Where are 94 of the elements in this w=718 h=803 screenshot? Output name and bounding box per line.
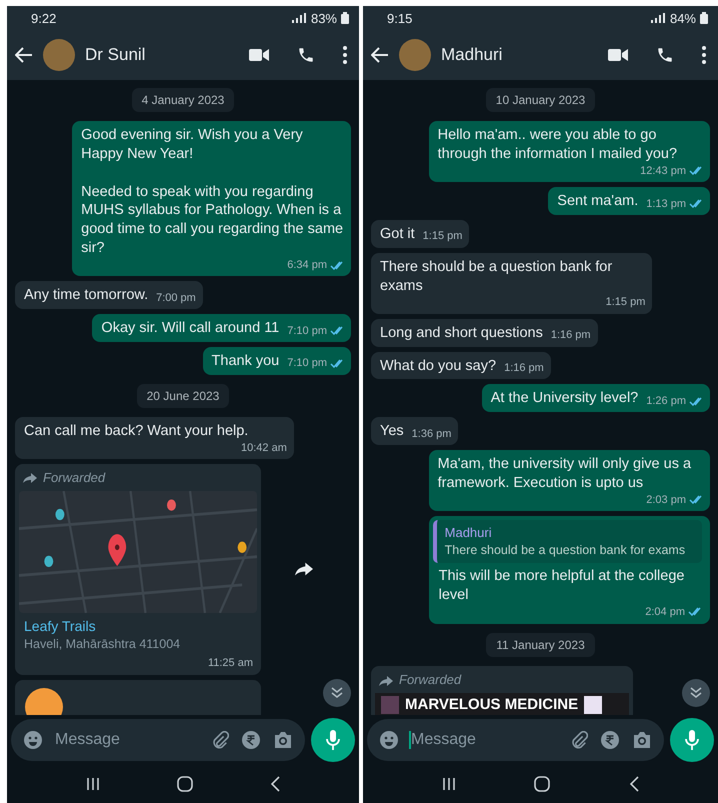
message-input[interactable]: Message: [409, 731, 558, 749]
quoted-message[interactable]: Madhuri There should be a question bank for exams: [432, 520, 702, 564]
message-time: 1:26 pm: [646, 394, 686, 408]
battery-percentage: 83%: [310, 10, 337, 26]
rupee-icon[interactable]: [600, 730, 620, 750]
microphone-button[interactable]: [311, 718, 355, 762]
microphone-button[interactable]: [670, 718, 714, 762]
message-text: Thank you: [212, 352, 280, 371]
microphone-icon: [685, 730, 699, 750]
message-text: This will be more helpful at the college level: [438, 567, 686, 605]
message-time: 1:16 pm: [504, 361, 544, 376]
back-arrow-icon[interactable]: [371, 47, 389, 63]
message-time: 1:15 pm: [606, 295, 646, 310]
double-chevron-icon: [690, 687, 702, 699]
microphone-icon: [326, 730, 340, 750]
message-time: 1:15 pm: [422, 229, 462, 244]
message-time: 6:34 pm: [287, 258, 327, 272]
date-chip: 11 January 2023: [486, 633, 595, 658]
forwarded-label: Forwarded: [43, 470, 106, 487]
avatar[interactable]: [399, 39, 431, 71]
back-arrow-icon[interactable]: [15, 47, 33, 63]
message-time: 1:36 pm: [412, 426, 452, 442]
back-icon[interactable]: [628, 776, 639, 792]
message-text: Good evening sir. Wish you a Very Happy New Year! Needed to speak with you regarding MUHS syllabus for Pathology. When is a good time to call you regarding the same sir?: [81, 126, 344, 258]
message-text: Got it: [380, 224, 415, 244]
contact-avatar: [25, 688, 63, 715]
message-time: 1:13 pm: [646, 196, 686, 211]
avatar[interactable]: [43, 39, 75, 71]
quote-text: There should be a question bank for exams: [444, 542, 686, 558]
contact-name[interactable]: Dr Sunil: [85, 45, 146, 65]
home-icon[interactable]: [534, 776, 550, 792]
location-title[interactable]: Leafy Trails: [19, 612, 257, 636]
message-text: Long and short questions: [380, 324, 543, 342]
status-time: 9:15: [387, 10, 412, 26]
contact-name[interactable]: Madhuri: [441, 45, 502, 65]
date-chip: 10 January 2023: [486, 88, 596, 112]
back-icon[interactable]: [270, 776, 280, 792]
preview-title: MARVELOUS MEDICINE: [405, 696, 578, 714]
emoji-icon[interactable]: [23, 730, 43, 750]
forwarded-icon: [23, 473, 37, 484]
phone-icon[interactable]: [297, 46, 315, 64]
battery-icon: [700, 12, 708, 24]
battery-icon: [341, 12, 349, 24]
recent-apps-icon[interactable]: [86, 777, 100, 791]
video-call-icon[interactable]: [249, 48, 269, 62]
message-text: Yes: [380, 422, 404, 442]
message-text: Ma'am, the university will only give us a framework. Execution is upto us: [438, 455, 692, 493]
status-time: 9:22: [31, 10, 56, 26]
phone-icon[interactable]: [656, 46, 674, 64]
message-text: Can call me back? Want your help.: [24, 422, 248, 441]
forwarded-icon: [379, 676, 393, 686]
message-text: Sent ma'am.: [557, 192, 638, 211]
date-chip: 20 June 2023: [136, 384, 230, 408]
message-input[interactable]: Message: [55, 731, 199, 749]
more-options-icon[interactable]: [702, 46, 706, 64]
rupee-icon[interactable]: [241, 730, 261, 750]
battery-percentage: 84%: [670, 10, 696, 26]
home-icon[interactable]: [176, 776, 193, 792]
message-text: What do you say?: [380, 356, 496, 376]
message-text: There should be a question bank for exams: [380, 258, 614, 296]
location-address: Haveli, Mahārāshtra 411004: [23, 636, 182, 652]
scroll-down-button[interactable]: [323, 679, 351, 707]
forwarded-label: Forwarded: [399, 672, 462, 690]
message-time: 1:16 pm: [550, 328, 591, 342]
message-time: 11:25 am: [206, 656, 254, 670]
message-time: 2:03 pm: [646, 492, 686, 508]
message-time: 7:10 pm: [287, 324, 327, 338]
message-text: Hello ma'am.. were you able to go through the information I mailed you?: [438, 126, 678, 164]
map-drawing[interactable]: [19, 490, 257, 613]
message-time: 7:00 pm: [156, 290, 196, 306]
location-bubble[interactable]: Forwarded Leafy Trails Haveli, Mahārāshtra 411004 11:25 am: [15, 464, 261, 674]
quote-author: Madhuri: [444, 525, 493, 542]
signal-icon: [650, 13, 666, 23]
signal-icon: [290, 13, 307, 23]
message-time: 7:10 pm: [287, 356, 327, 371]
recent-apps-icon[interactable]: [442, 777, 456, 791]
share-arrow-icon: [295, 562, 313, 576]
camera-icon[interactable]: [273, 731, 293, 749]
message-text: Any time tomorrow.: [24, 286, 148, 306]
message-text: Okay sir. Will call around 11: [101, 319, 280, 338]
emoji-icon[interactable]: [379, 730, 399, 750]
forwarded-message[interactable]: Forwarded MARVELOUS MEDICINE: [371, 666, 633, 715]
message-time: 12:43 pm: [640, 164, 686, 178]
double-chevron-icon: [331, 687, 343, 699]
more-options-icon[interactable]: [343, 46, 347, 64]
video-call-icon[interactable]: [608, 48, 628, 62]
message-text: At the University level?: [490, 389, 638, 408]
attachment-icon[interactable]: [570, 731, 588, 749]
message-time: 10:42 am: [241, 440, 287, 455]
camera-icon[interactable]: [632, 731, 652, 749]
attachment-icon[interactable]: [211, 731, 229, 749]
scroll-down-button[interactable]: [682, 679, 710, 707]
date-chip: 4 January 2023: [132, 88, 234, 112]
message-time: 2:04 pm: [645, 604, 685, 620]
